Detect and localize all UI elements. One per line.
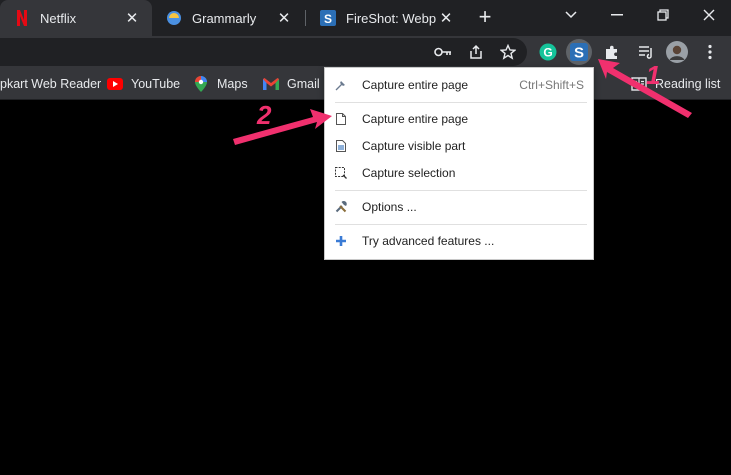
menu-item-options[interactable]: Options ... [325,195,593,219]
grammarly-icon [166,10,182,26]
menu-item-capture-entire[interactable]: Capture entire page [325,107,593,131]
restore-icon[interactable] [640,0,686,30]
svg-text:S: S [324,12,332,26]
menu-item-label: Capture entire page [362,78,469,92]
avatar[interactable] [666,41,688,63]
menu-divider [335,224,587,225]
annotation-label-2: 2 [256,100,272,130]
menu-item-advanced[interactable]: Try advanced features ... [325,229,593,253]
menu-item-capture-selection[interactable]: Capture selection [325,161,593,185]
menu-item-label: Capture selection [362,166,456,180]
tab-title: Grammarly [192,10,257,26]
menu-item-label: Try advanced features ... [362,234,495,248]
close-tab-icon[interactable]: ✕ [122,9,142,27]
extensions-puzzle-icon[interactable] [602,42,622,62]
fireshot-icon: S [320,10,336,26]
bookmark-label: Reading list [655,77,721,91]
bookmark-label: pkart Web Reader [0,77,102,91]
tools-icon [335,201,347,213]
close-tab-icon[interactable]: ✕ [436,9,456,27]
kebab-menu-icon[interactable] [700,42,720,62]
reading-queue-icon[interactable] [636,42,656,62]
address-bar[interactable] [0,38,527,66]
page-icon [335,113,347,125]
svg-text:S: S [574,45,584,62]
tab-grammarly[interactable]: Grammarly ✕ [152,0,304,36]
selection-icon [335,167,347,179]
netflix-icon [14,10,30,26]
menu-item-shortcut: Ctrl+Shift+S [519,78,584,92]
browser-toolbar: G S [0,36,731,68]
annotation-arrow-2 [233,109,332,145]
bookmark-youtube[interactable]: YouTube [107,68,180,100]
star-icon[interactable] [498,42,518,62]
tab-title: Netflix [40,10,77,26]
visible-part-icon [335,140,347,152]
tab-search-icon[interactable] [548,0,594,30]
share-icon[interactable] [466,42,486,62]
menu-item-capture-entire-shortcut[interactable]: Capture entire page Ctrl+Shift+S [325,73,593,97]
menu-item-label: Capture visible part [362,139,466,153]
bookmark-maps[interactable]: Maps [193,68,248,100]
minimize-icon[interactable] [594,0,640,30]
menu-item-label: Options ... [362,200,417,214]
menu-item-capture-visible[interactable]: Capture visible part [325,134,593,158]
bookmark-label: Gmail [287,77,320,91]
menu-item-label: Capture entire page [362,112,469,126]
reading-list-button[interactable]: Reading list [631,68,720,100]
capture-entire-pin-icon [335,79,347,91]
menu-divider [335,190,587,191]
menu-divider [335,102,587,103]
tab-fireshot[interactable]: S FireShot: Webpa ✕ [306,0,466,36]
grammarly-extension-icon[interactable]: G [538,42,558,62]
maps-icon [193,76,209,92]
tab-title: FireShot: Webpa [346,10,436,26]
fireshot-extension-icon[interactable]: S [566,39,592,65]
bookmark-web-reader[interactable]: pkart Web Reader [0,68,101,100]
close-tab-icon[interactable]: ✕ [274,9,294,27]
svg-text:G: G [543,46,552,60]
gmail-icon [263,76,279,92]
plus-icon [335,235,347,247]
bookmark-label: Maps [217,77,248,91]
new-tab-button[interactable]: + [474,6,496,28]
bookmark-label: YouTube [131,77,181,91]
key-icon[interactable] [433,42,453,62]
tab-netflix[interactable]: Netflix ✕ [0,0,152,36]
close-window-icon[interactable] [686,0,731,30]
tab-strip: Netflix ✕ Grammarly ✕ S FireShot: Webpa … [0,0,731,36]
fireshot-menu: Capture entire page Ctrl+Shift+S Capture… [324,67,594,260]
bookmark-gmail[interactable]: Gmail [263,68,320,100]
reading-list-icon [631,76,647,92]
youtube-icon [107,76,123,92]
